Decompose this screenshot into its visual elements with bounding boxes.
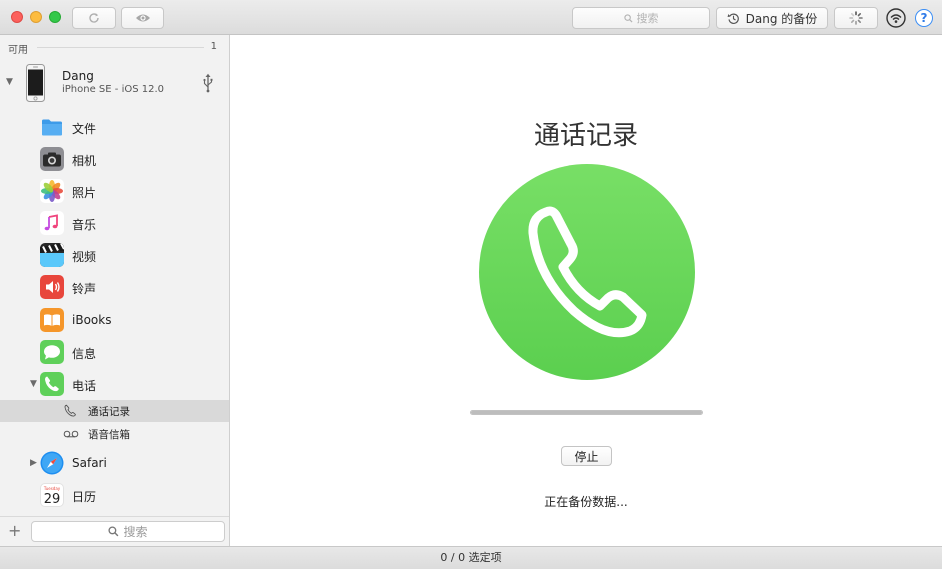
sidebar-item-label: 照片 xyxy=(72,186,97,200)
sidebar-item-messages[interactable]: 信息 xyxy=(0,337,229,367)
refresh-icon xyxy=(89,13,99,23)
disclosure-down-icon[interactable]: ▼ xyxy=(30,379,37,389)
calendar-icon: Tuesday 29 xyxy=(40,483,64,507)
sidebar-subitem-label: 通话记录 xyxy=(88,406,130,418)
page-title: 通话记录 xyxy=(533,121,638,151)
music-icon xyxy=(40,211,64,235)
sidebar-subitem-voicemail[interactable]: 语音信箱 xyxy=(0,423,229,445)
search-icon xyxy=(108,526,119,537)
eye-icon xyxy=(135,14,150,22)
disclosure-right-icon[interactable]: ▶ xyxy=(30,458,37,468)
sidebar-item-label: 音乐 xyxy=(72,218,97,232)
sidebar-item-files[interactable]: 文件 xyxy=(0,112,229,142)
messages-icon xyxy=(40,340,64,364)
folder-icon xyxy=(40,115,64,139)
sidebar-item-ringtones[interactable]: 铃声 xyxy=(0,272,229,302)
spinner-icon xyxy=(849,11,863,25)
sidebar-search-placeholder: 搜索 xyxy=(123,525,148,539)
sidebar-subitem-label: 语音信箱 xyxy=(88,429,130,441)
status-bar: 0 / 0 选定项 xyxy=(0,546,942,569)
search-icon xyxy=(623,13,633,23)
sidebar-item-label: 铃声 xyxy=(72,282,97,296)
voicemail-icon xyxy=(63,430,79,438)
calendar-day-label: Tuesday xyxy=(43,486,61,491)
toolbar-search-field[interactable]: 搜索 xyxy=(572,7,710,29)
sidebar-item-music[interactable]: 音乐 xyxy=(0,208,229,238)
sidebar-item-label: 相机 xyxy=(72,154,97,168)
sidebar-item-label: iBooks xyxy=(72,313,112,327)
sidebar-item-label: Safari xyxy=(72,456,107,470)
close-window-button[interactable] xyxy=(11,11,23,23)
backup-button-label: Dang 的备份 xyxy=(745,11,818,26)
phone-call-icon xyxy=(479,164,695,380)
refresh-button[interactable] xyxy=(72,7,116,29)
add-icon[interactable]: + xyxy=(8,521,21,540)
iphone-device-icon xyxy=(26,64,45,102)
ibooks-icon xyxy=(40,308,64,332)
calendar-date-label: 29 xyxy=(44,492,61,506)
sidebar-item-label: 视频 xyxy=(72,250,97,264)
progress-bar xyxy=(470,410,703,415)
activity-button[interactable] xyxy=(834,7,878,29)
zoom-window-button[interactable] xyxy=(49,11,61,23)
device-row[interactable]: ▼ Dang iPhone SE - iOS 12.0 xyxy=(0,61,229,107)
minimize-window-button[interactable] xyxy=(30,11,42,23)
disclosure-down-icon[interactable]: ▼ xyxy=(6,77,13,87)
sidebar-item-videos[interactable]: 视频 xyxy=(0,240,229,270)
history-icon xyxy=(727,13,739,24)
section-title: 可用 xyxy=(8,45,28,56)
sidebar-item-label: 日历 xyxy=(72,490,97,504)
section-count: 1 xyxy=(210,41,217,52)
help-button[interactable]: ? xyxy=(915,9,933,27)
sidebar: 可用 1 ▼ Dang iPhone SE - iOS 12.0 文件 相机 照… xyxy=(0,35,230,546)
sidebar-item-ibooks[interactable]: iBooks xyxy=(0,305,229,335)
device-model: iPhone SE - iOS 12.0 xyxy=(62,84,165,95)
toolbar-search-placeholder: 搜索 xyxy=(636,12,659,25)
sidebar-item-calendar[interactable]: Tuesday 29 日历 xyxy=(0,480,229,510)
sidebar-item-label: 文件 xyxy=(72,122,97,136)
quick-look-button[interactable] xyxy=(121,7,164,29)
device-name: Dang xyxy=(62,69,94,83)
sidebar-item-label: 信息 xyxy=(72,347,97,361)
call-history-icon xyxy=(64,404,76,417)
sidebar-item-phone[interactable]: ▼ 电话 xyxy=(0,369,229,399)
phone-icon xyxy=(40,372,64,396)
section-divider xyxy=(37,47,204,48)
app-window: 搜索 Dang 的备份 ? 可用 1 ▼ Dang iPhone SE - iO… xyxy=(0,0,942,569)
backup-button[interactable]: Dang 的备份 xyxy=(716,7,828,29)
sidebar-item-safari[interactable]: ▶ Safari xyxy=(0,448,229,478)
progress-bar-fill xyxy=(471,411,702,414)
title-bar: 搜索 Dang 的备份 ? xyxy=(0,0,942,35)
sidebar-item-photos[interactable]: 照片 xyxy=(0,176,229,206)
sidebar-subitem-call-history[interactable]: 通话记录 xyxy=(0,400,229,422)
usb-icon xyxy=(203,73,213,93)
sidebar-search-field[interactable]: 搜索 xyxy=(31,521,225,542)
stop-button[interactable]: 停止 xyxy=(561,446,612,466)
sidebar-item-label: 电话 xyxy=(72,379,97,393)
sidebar-footer: + 搜索 xyxy=(0,516,229,546)
video-icon xyxy=(40,243,64,267)
wifi-sync-icon[interactable] xyxy=(886,8,906,28)
sidebar-item-camera[interactable]: 相机 xyxy=(0,144,229,174)
photos-icon xyxy=(40,179,64,203)
main-content: 通话记录 停止 正在备份数据... xyxy=(230,35,942,546)
safari-icon xyxy=(40,451,64,475)
backup-status-text: 正在备份数据... xyxy=(544,495,628,509)
ringtone-icon xyxy=(40,275,64,299)
camera-icon xyxy=(40,147,64,171)
